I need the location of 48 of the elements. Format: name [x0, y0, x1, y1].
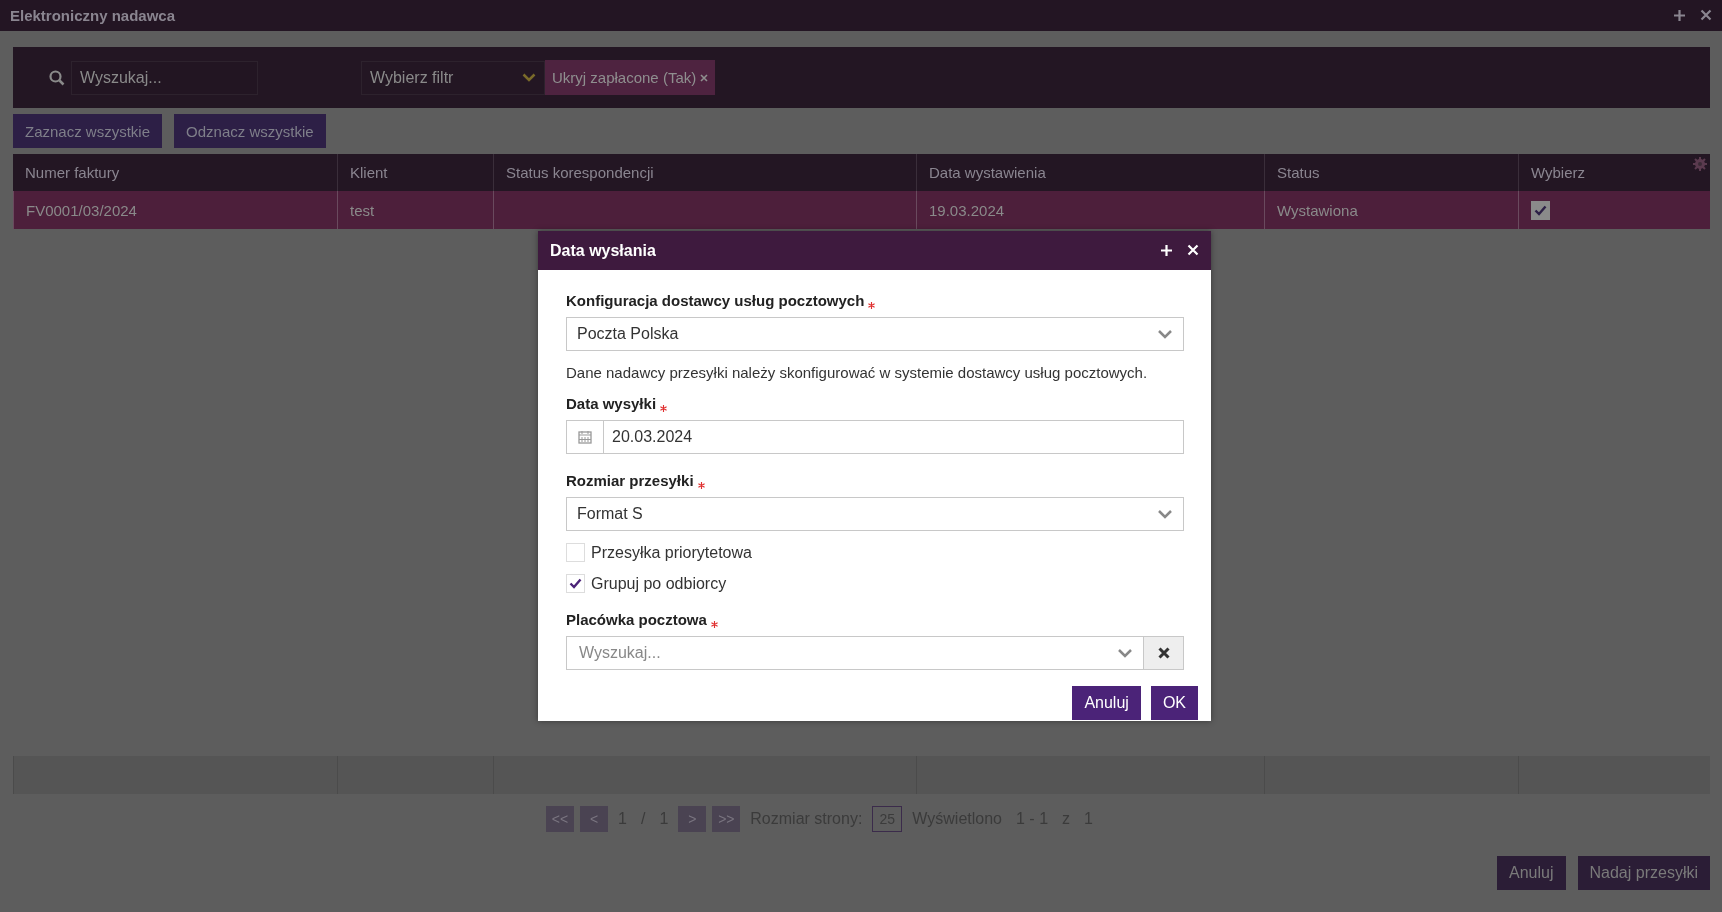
- chip-label: Ukryj zapłacone (Tak): [552, 69, 697, 86]
- chevron-down-icon: [1157, 329, 1173, 339]
- footer-button[interactable]: Anuluj: [1497, 856, 1566, 890]
- clear-button[interactable]: [1144, 636, 1184, 670]
- dialog-button[interactable]: Anuluj: [1072, 686, 1141, 720]
- check-icon: [1534, 204, 1547, 216]
- chevron-down-icon: [1117, 648, 1133, 658]
- select-field[interactable]: Format S: [566, 497, 1184, 531]
- select-action-button[interactable]: Odznacz wszystkie: [174, 114, 326, 148]
- field-label: Data wysyłki: [566, 395, 657, 412]
- checkbox-label: Grupuj po odbiorcy: [591, 574, 727, 593]
- column-header[interactable]: Numer faktury: [13, 154, 337, 191]
- select-field[interactable]: Poczta Polska: [566, 317, 1184, 351]
- info-text: Dane nadawcy przesyłki należy skonfigurować w systemie dostawcy usług pocztowych.: [566, 364, 1149, 381]
- check-icon: [569, 578, 582, 589]
- row-checkbox[interactable]: [1531, 200, 1550, 220]
- footer-button[interactable]: Nadaj przesyłki: [1577, 856, 1710, 890]
- select-action-button[interactable]: Zaznacz wszystkie: [13, 114, 163, 148]
- table-cell: Wystawiona: [1264, 191, 1518, 229]
- column-header[interactable]: Wybierz: [1518, 154, 1710, 191]
- search-select-field[interactable]: Wyszukaj...: [566, 636, 1144, 670]
- field-label: Konfiguracja dostawcy usług pocztowych: [566, 292, 865, 309]
- search-icon: [49, 69, 65, 86]
- chevron-down-icon: [522, 73, 536, 82]
- table-cell: FV0001/03/2024: [13, 191, 337, 229]
- checkbox-label: Przesyłka priorytetowa: [591, 543, 752, 562]
- table-cell: test: [337, 191, 493, 229]
- select-value: Poczta Polska: [577, 325, 679, 343]
- column-header[interactable]: Klient: [337, 154, 493, 191]
- table-cell: 19.03.2024: [916, 191, 1264, 229]
- page-separator: /: [640, 810, 646, 828]
- chevron-down-icon: [1157, 509, 1173, 519]
- dialog-title: Data wysłania: [550, 241, 656, 260]
- checkbox[interactable]: [566, 543, 585, 562]
- checkbox[interactable]: [566, 574, 585, 593]
- dialog-button[interactable]: OK: [1150, 686, 1198, 720]
- window-title: Elektroniczny nadawca: [10, 7, 176, 24]
- column-header[interactable]: Data wystawienia: [916, 154, 1264, 191]
- column-header[interactable]: Status: [1264, 154, 1518, 191]
- select-value: Format S: [577, 505, 643, 523]
- filter-select[interactable]: Wybierz filtr: [361, 60, 545, 95]
- close-icon: [1157, 647, 1170, 659]
- column-header[interactable]: Status korespondencji: [493, 154, 916, 191]
- filter-chip[interactable]: Ukryj zapłacone (Tak): [545, 60, 716, 95]
- search-field[interactable]: Wyszukaj...: [71, 60, 258, 95]
- field-label: Rozmiar przesyłki: [566, 472, 694, 489]
- field-label: Placówka pocztowa: [566, 611, 707, 628]
- calendar-icon[interactable]: [578, 430, 592, 444]
